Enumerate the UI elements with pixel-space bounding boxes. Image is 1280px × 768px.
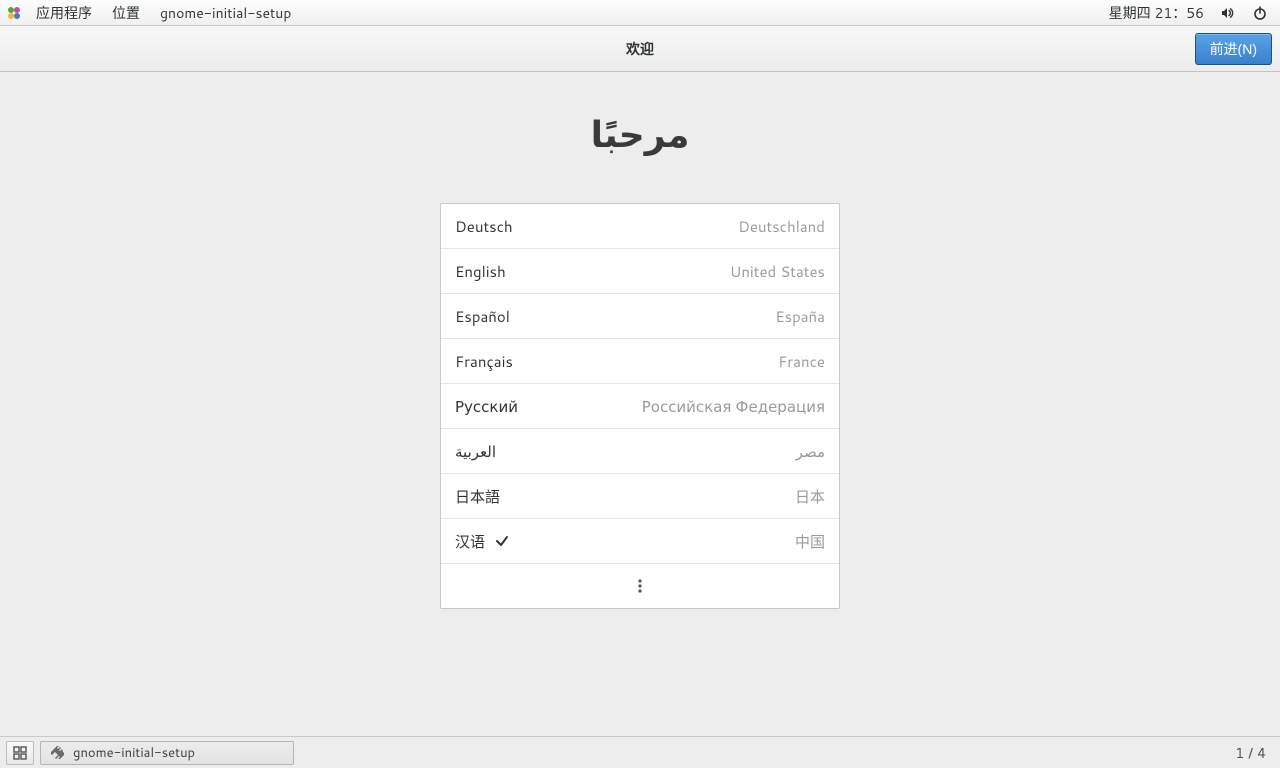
language-region: مصر (796, 441, 825, 462)
language-region: France (778, 351, 825, 372)
language-region: España (775, 306, 825, 327)
workspace-total: 4 (1257, 743, 1266, 763)
next-button[interactable]: 前进(N) (1195, 33, 1272, 65)
language-name: Deutsch (455, 216, 513, 237)
taskbar-entry-label: gnome-initial-setup (73, 744, 195, 762)
more-icon (638, 578, 642, 594)
bottom-taskbar: gnome-initial-setup 1 / 4 (0, 736, 1280, 768)
language-region: 日本 (795, 486, 825, 507)
language-row[interactable]: Español España (441, 294, 839, 339)
settings-icon (49, 745, 65, 761)
language-row[interactable]: Français France (441, 339, 839, 384)
clock[interactable]: 星期四 21：56 (1101, 0, 1212, 26)
language-row[interactable]: 日本語 日本 (441, 474, 839, 519)
volume-indicator[interactable] (1212, 0, 1244, 26)
power-icon (1252, 5, 1268, 21)
page-title: 欢迎 (626, 39, 654, 59)
welcome-heading: مرحبًا (591, 108, 690, 159)
clock-label: 星期四 21：56 (1109, 3, 1204, 23)
language-row[interactable]: Deutsch Deutschland (441, 204, 839, 249)
top-panel-left: 应用程序 位置 gnome-initial-setup (4, 0, 301, 26)
top-panel: 应用程序 位置 gnome-initial-setup 星期四 21：56 (0, 0, 1280, 26)
workspace-sep: / (1248, 743, 1253, 763)
header-bar: 欢迎 前进(N) (0, 26, 1280, 72)
content-area: مرحبًا Deutsch Deutschland English United S… (0, 72, 1280, 736)
applications-menu-label: 应用程序 (36, 3, 92, 23)
language-name: 日本語 (455, 486, 500, 507)
more-languages-button[interactable] (441, 564, 839, 608)
language-name: 汉语 (455, 531, 485, 552)
language-name: Français (455, 351, 513, 372)
language-region: 中国 (795, 531, 825, 552)
language-list: Deutsch Deutschland English United States Es… (440, 203, 840, 609)
language-region: United States (730, 261, 825, 282)
language-row[interactable]: 汉语 中国 (441, 519, 839, 564)
show-desktop-icon (13, 746, 27, 760)
language-name: العربية (455, 441, 496, 462)
workspace-current: 1 (1235, 743, 1244, 763)
language-region: Российская Федерация (642, 396, 825, 417)
language-row[interactable]: English United States (441, 249, 839, 294)
places-menu-label: 位置 (112, 3, 140, 23)
volume-icon (1220, 5, 1236, 21)
language-name: English (455, 261, 506, 282)
check-icon (495, 534, 509, 548)
distro-logo-icon (6, 5, 22, 21)
language-row[interactable]: العربية مصر (441, 429, 839, 474)
power-indicator[interactable] (1244, 0, 1276, 26)
applications-menu[interactable]: 应用程序 (26, 0, 102, 26)
language-region: Deutschland (738, 216, 825, 237)
language-row[interactable]: Русский Российская Федерация (441, 384, 839, 429)
show-desktop-button[interactable] (6, 741, 34, 765)
focused-app-label: gnome-initial-setup (160, 3, 291, 23)
focused-app-menu[interactable]: gnome-initial-setup (150, 0, 301, 26)
top-panel-right: 星期四 21：56 (1101, 0, 1276, 26)
taskbar-entry[interactable]: gnome-initial-setup (40, 741, 294, 765)
language-name: Русский (455, 396, 518, 417)
language-name: Español (455, 306, 510, 327)
workspace-indicator[interactable]: 1 / 4 (1235, 743, 1274, 763)
places-menu[interactable]: 位置 (102, 0, 150, 26)
